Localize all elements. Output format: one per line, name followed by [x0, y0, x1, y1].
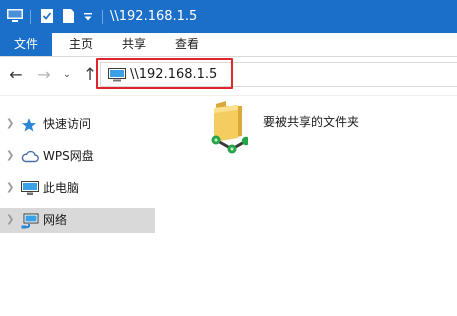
network-icon: [21, 213, 39, 229]
expand-chevron-icon[interactable]: ❯: [6, 214, 14, 225]
sidebar-item-this-pc[interactable]: ❯ 此电脑: [0, 176, 155, 201]
expand-chevron-icon[interactable]: ❯: [6, 182, 14, 193]
sidebar-item-label: 此电脑: [43, 181, 80, 195]
titlebar-separator: [30, 10, 31, 24]
ribbon-tabs: 文件 主页 共享 查看: [0, 33, 457, 57]
shared-folder-item[interactable]: 要被共享的文件夹: [208, 100, 408, 156]
window-title: \\192.168.1.5: [110, 9, 198, 24]
title-bar: \\192.168.1.5: [0, 0, 457, 33]
sidebar-item-label: WPS网盘: [43, 149, 94, 163]
shared-folder-icon: [211, 101, 248, 154]
address-highlight-box: [96, 58, 233, 89]
titlebar-separator: [102, 10, 103, 24]
star-icon: [22, 118, 36, 132]
sidebar-item-network[interactable]: ❯ 网络: [0, 208, 155, 233]
computer-icon[interactable]: [6, 8, 24, 24]
folder-name: 要被共享的文件夹: [263, 115, 360, 129]
sidebar-item-label: 快速访问: [43, 117, 92, 131]
recent-locations-button[interactable]: ⌄: [60, 64, 74, 86]
sidebar-item-label: 网络: [43, 213, 68, 227]
monitor-icon: [21, 181, 39, 195]
forward-button[interactable]: →: [34, 64, 54, 86]
tab-home[interactable]: 主页: [62, 33, 100, 56]
tab-view[interactable]: 查看: [168, 33, 206, 56]
cloud-icon: [21, 150, 39, 163]
properties-icon[interactable]: [40, 8, 54, 24]
expand-chevron-icon[interactable]: ❯: [6, 150, 14, 161]
back-button[interactable]: ←: [6, 64, 26, 86]
tab-share[interactable]: 共享: [115, 33, 153, 56]
expand-chevron-icon[interactable]: ❯: [6, 118, 14, 129]
new-folder-icon[interactable]: [62, 8, 75, 24]
tab-file[interactable]: 文件: [0, 33, 52, 56]
sidebar-item-wps-drive[interactable]: ❯ WPS网盘: [0, 144, 155, 169]
sidebar-item-quick-access[interactable]: ❯ 快速访问: [0, 112, 155, 137]
customize-dropdown-icon[interactable]: [83, 12, 93, 22]
navigation-pane: ❯ 快速访问 ❯ WPS网盘 ❯ 此电脑 ❯ 网络: [0, 96, 155, 316]
